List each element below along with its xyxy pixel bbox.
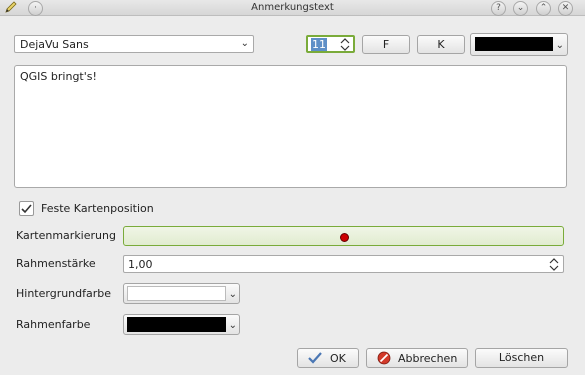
chevron-down-icon: ⌄ — [555, 40, 564, 51]
frame-width-label: Rahmenstärke — [16, 257, 96, 270]
fixed-position-label: Feste Kartenposition — [41, 202, 154, 215]
close-icon[interactable]: ✕ — [558, 1, 573, 16]
text-color-swatch — [475, 37, 553, 51]
frame-width-spinbox[interactable]: 1,00 — [123, 255, 564, 273]
font-size-spinbox[interactable]: 11 — [306, 35, 355, 53]
frame-color-label: Rahmenfarbe — [16, 318, 91, 331]
bg-color-label: Hintergrundfarbe — [16, 287, 112, 300]
frame-color-button[interactable]: ⌄ — [123, 314, 240, 335]
ok-label: OK — [330, 352, 346, 365]
marker-label: Kartenmarkierung — [16, 229, 116, 242]
chevron-down-icon: ⌄ — [228, 289, 237, 300]
marker-symbol-button[interactable] — [123, 226, 564, 246]
spin-arrows-icon[interactable] — [340, 38, 350, 51]
bg-color-swatch — [127, 286, 226, 301]
spin-arrows-icon[interactable] — [549, 258, 559, 271]
cancel-button[interactable]: Abbrechen — [366, 348, 468, 368]
ok-button[interactable]: OK — [297, 348, 359, 368]
font-family-value: DejaVu Sans — [20, 38, 89, 51]
bold-button[interactable]: F — [362, 35, 410, 54]
italic-button[interactable]: K — [417, 35, 465, 54]
font-size-value: 11 — [311, 38, 327, 51]
delete-button[interactable]: Löschen — [475, 348, 568, 368]
frame-width-value: 1,00 — [128, 258, 153, 271]
help-icon[interactable]: ? — [491, 1, 506, 16]
title-bar: · Anmerkungstext ? ⌄ ⌃ ✕ — [0, 0, 585, 16]
maximize-icon[interactable]: ⌃ — [536, 1, 551, 16]
frame-color-swatch — [127, 317, 226, 332]
chevron-down-icon: ⌄ — [228, 320, 237, 331]
annotation-text-editor[interactable]: QGIS bringt's! — [14, 65, 567, 188]
check-icon — [308, 352, 322, 364]
marker-dot-icon — [340, 233, 349, 242]
font-family-combo[interactable]: DejaVu Sans ⌄ — [14, 35, 254, 53]
chevron-down-icon: ⌄ — [240, 38, 249, 49]
annotation-text: QGIS bringt's! — [20, 70, 97, 83]
bg-color-button[interactable]: ⌄ — [123, 283, 240, 304]
fixed-position-checkbox[interactable] — [19, 201, 34, 216]
minimize-icon[interactable]: ⌄ — [513, 1, 528, 16]
cancel-label: Abbrechen — [398, 352, 458, 365]
text-color-button[interactable]: ⌄ — [470, 33, 568, 56]
cancel-icon — [377, 351, 391, 365]
checkmark-icon — [21, 204, 32, 214]
